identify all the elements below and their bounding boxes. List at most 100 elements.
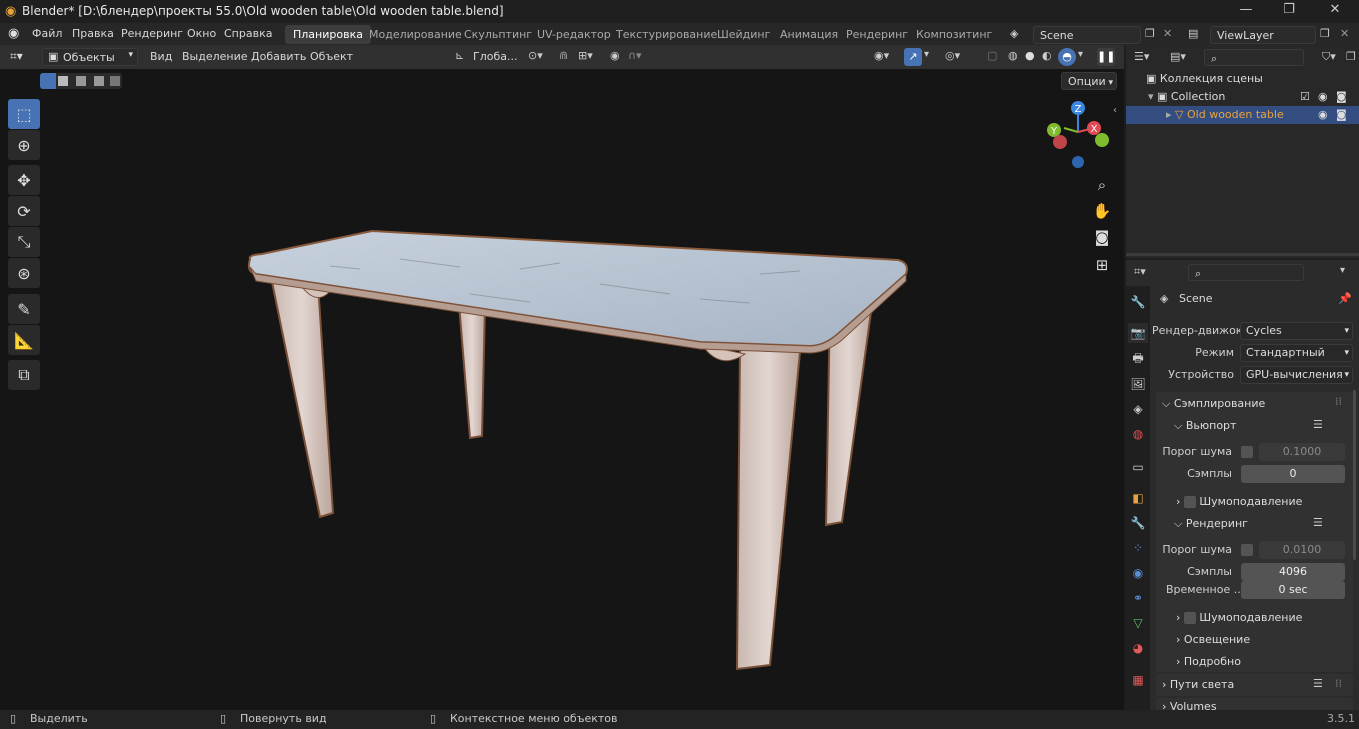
new-collection-icon[interactable]: ❐ (1346, 50, 1356, 63)
visibility-icon[interactable]: ◉▾ (874, 49, 889, 62)
menu-view[interactable]: Вид (150, 50, 172, 63)
chevron-down-icon[interactable]: ▾ (924, 49, 929, 60)
pan-hand-icon[interactable]: ✋ (1090, 199, 1114, 223)
menu-edit[interactable]: Правка (72, 27, 114, 40)
material-tab-icon[interactable]: ◕ (1128, 638, 1148, 658)
solid-shading-icon[interactable]: ● (1025, 49, 1035, 62)
texture-tab-icon[interactable]: ▦ (1128, 670, 1148, 690)
gizmo-toggle-icon[interactable]: ↗ (904, 48, 922, 66)
new-view-layer-icon[interactable]: ❐ (1320, 27, 1330, 40)
menu-object[interactable]: Объект (310, 50, 353, 63)
scene-icon[interactable]: ◈ (1010, 27, 1018, 40)
tab-shading[interactable]: Шейдинг (709, 25, 778, 44)
sampling-header[interactable]: ⌵ Сэмплирование (1162, 397, 1265, 411)
light-paths-header[interactable]: › Пути света (1162, 678, 1234, 691)
tab-animation[interactable]: Анимация (772, 25, 846, 44)
menu-select[interactable]: Выделение (182, 50, 248, 63)
scene-tab-icon[interactable]: ◈ (1128, 399, 1148, 419)
modifier-tab-icon[interactable]: 🔧 (1128, 513, 1148, 533)
xray-icon[interactable]: ▢ (987, 49, 997, 62)
mode-selector[interactable]: Объекты ▣ ▾ (42, 48, 138, 66)
rendered-shading-icon[interactable]: ◓ (1058, 48, 1076, 66)
constraints-tab-icon[interactable]: ⚭ (1128, 588, 1148, 608)
data-tab-icon[interactable]: ▽ (1128, 613, 1148, 633)
render-denoise-checkbox[interactable] (1183, 612, 1196, 624)
menu-file[interactable]: Файл (32, 27, 62, 40)
new-scene-icon[interactable]: ❐ (1145, 27, 1155, 40)
viewport-samples-field[interactable]: 0 (1241, 465, 1345, 483)
gizmo-neg-y-axis[interactable] (1095, 133, 1109, 147)
camera-icon[interactable]: ◙ (1336, 90, 1347, 103)
properties-editor-icon[interactable]: ⌗▾ (1134, 265, 1146, 279)
render-denoise-header[interactable]: › Шумоподавление (1176, 611, 1302, 624)
expand-arrow-icon[interactable]: ▾ (1148, 90, 1157, 103)
tab-uv-editing[interactable]: UV-редактор (529, 25, 619, 44)
checkbox-icon[interactable]: ☑ (1300, 90, 1310, 103)
render-samples-field[interactable]: 4096 (1241, 563, 1345, 581)
scene-selector[interactable]: Scene (1033, 26, 1141, 44)
view-layer-selector[interactable]: ViewLayer (1210, 26, 1316, 44)
grid-ortho-icon[interactable]: ⊞ (1090, 253, 1114, 277)
blender-menu-icon[interactable]: ◉ (8, 26, 19, 41)
delete-view-layer-icon[interactable]: ✕ (1340, 27, 1349, 40)
tab-modeling[interactable]: Моделирование (361, 25, 470, 44)
viewport-noise-threshold-checkbox[interactable] (1241, 446, 1253, 458)
advanced-header[interactable]: › Подробно (1176, 655, 1241, 668)
view-layer-icon[interactable]: ▤ (1188, 27, 1198, 40)
render-noise-threshold-checkbox[interactable] (1241, 544, 1253, 556)
3d-viewport[interactable]: Опции ▾ ⬚ ⊕ ✥ ⟳ ⤡ ⊛ ✎ 📐 ⧉ Z X Y ⌕ ✋ ◙ ⊞ … (0, 69, 1124, 710)
device-dropdown[interactable]: GPU-вычисления ▾ (1240, 366, 1353, 384)
menu-help[interactable]: Справка (224, 27, 272, 40)
gizmo-neg-x-axis[interactable] (1053, 135, 1067, 149)
zoom-icon[interactable]: ⌕ (1090, 173, 1114, 197)
render-tab-icon[interactable]: 📷 (1128, 323, 1148, 343)
pause-render-icon[interactable]: ❚❚ (1097, 48, 1115, 66)
delete-scene-icon[interactable]: ✕ (1163, 27, 1172, 40)
render-engine-dropdown[interactable]: Cycles ▾ (1240, 322, 1353, 340)
lighting-header[interactable]: › Освещение (1176, 633, 1250, 646)
viewport-noise-threshold-field[interactable]: 0.1000 (1259, 443, 1345, 461)
menu-render[interactable]: Рендеринг (121, 27, 183, 40)
viewport-denoise-checkbox[interactable] (1183, 496, 1196, 508)
camera-icon[interactable]: ◙ (1090, 225, 1114, 249)
menu-add[interactable]: Добавить (251, 50, 306, 63)
physics-tab-icon[interactable]: ◉ (1128, 563, 1148, 583)
render-subpanel-header[interactable]: ⌵ Рендеринг (1174, 517, 1248, 531)
volumes-header[interactable]: › Volumes (1162, 700, 1217, 710)
chevron-down-icon[interactable]: ▾ (1078, 49, 1083, 60)
minimize-button[interactable]: — (1224, 2, 1268, 17)
world-tab-icon[interactable]: ◍ (1128, 424, 1148, 444)
outliner-editor-icon[interactable]: ☰▾ (1134, 50, 1149, 63)
presets-icon[interactable]: ☰ (1313, 418, 1323, 431)
snap-icon[interactable]: ⋒ (559, 49, 568, 62)
tab-rendering[interactable]: Рендеринг (838, 25, 916, 44)
proportional-edit-icon[interactable]: ◉ (610, 49, 620, 62)
chevron-down-icon[interactable]: ▾ (1340, 265, 1345, 276)
material-shading-icon[interactable]: ◐ (1042, 49, 1052, 62)
presets-icon[interactable]: ☰ (1313, 516, 1323, 529)
viewport-denoise-header[interactable]: › Шумоподавление (1176, 495, 1302, 508)
tab-compositing[interactable]: Композитинг (908, 25, 1000, 44)
tool-tab-icon[interactable]: 🔧 (1128, 292, 1148, 312)
render-noise-threshold-field[interactable]: 0.0100 (1259, 541, 1345, 559)
collection-tab-icon[interactable]: ▭ (1128, 457, 1148, 477)
navigation-gizmo[interactable]: Z X Y (1044, 98, 1114, 170)
drag-handle-icon[interactable]: ⁞⁞ (1335, 395, 1342, 408)
display-mode-icon[interactable]: ▤▾ (1170, 50, 1186, 63)
tab-texture-paint[interactable]: Текстурирование (608, 25, 725, 44)
presets-icon[interactable]: ☰ (1313, 677, 1323, 690)
drag-handle-icon[interactable]: ⁞⁞ (1335, 677, 1342, 690)
tab-layout[interactable]: Планировка (285, 25, 371, 44)
menu-window[interactable]: Окно (187, 27, 216, 40)
sidebar-toggle-icon[interactable]: ‹ (1113, 105, 1117, 116)
close-button[interactable]: ✕ (1313, 2, 1357, 17)
view-layer-tab-icon[interactable]: 🖼 (1128, 374, 1148, 394)
properties-search-input[interactable]: ⌕ (1188, 264, 1304, 281)
outliner-object-row[interactable]: ▸ ▽ Old wooden table ◉ ◙ (1126, 106, 1359, 124)
maximize-button[interactable]: ❐ (1267, 2, 1311, 17)
wireframe-shading-icon[interactable]: ◍ (1008, 49, 1018, 62)
particles-tab-icon[interactable]: ⁘ (1128, 538, 1148, 558)
expand-arrow-icon[interactable]: ▸ (1166, 108, 1175, 121)
outliner-scrollbar[interactable] (1126, 253, 1359, 256)
time-limit-field[interactable]: 0 sec (1241, 581, 1345, 599)
